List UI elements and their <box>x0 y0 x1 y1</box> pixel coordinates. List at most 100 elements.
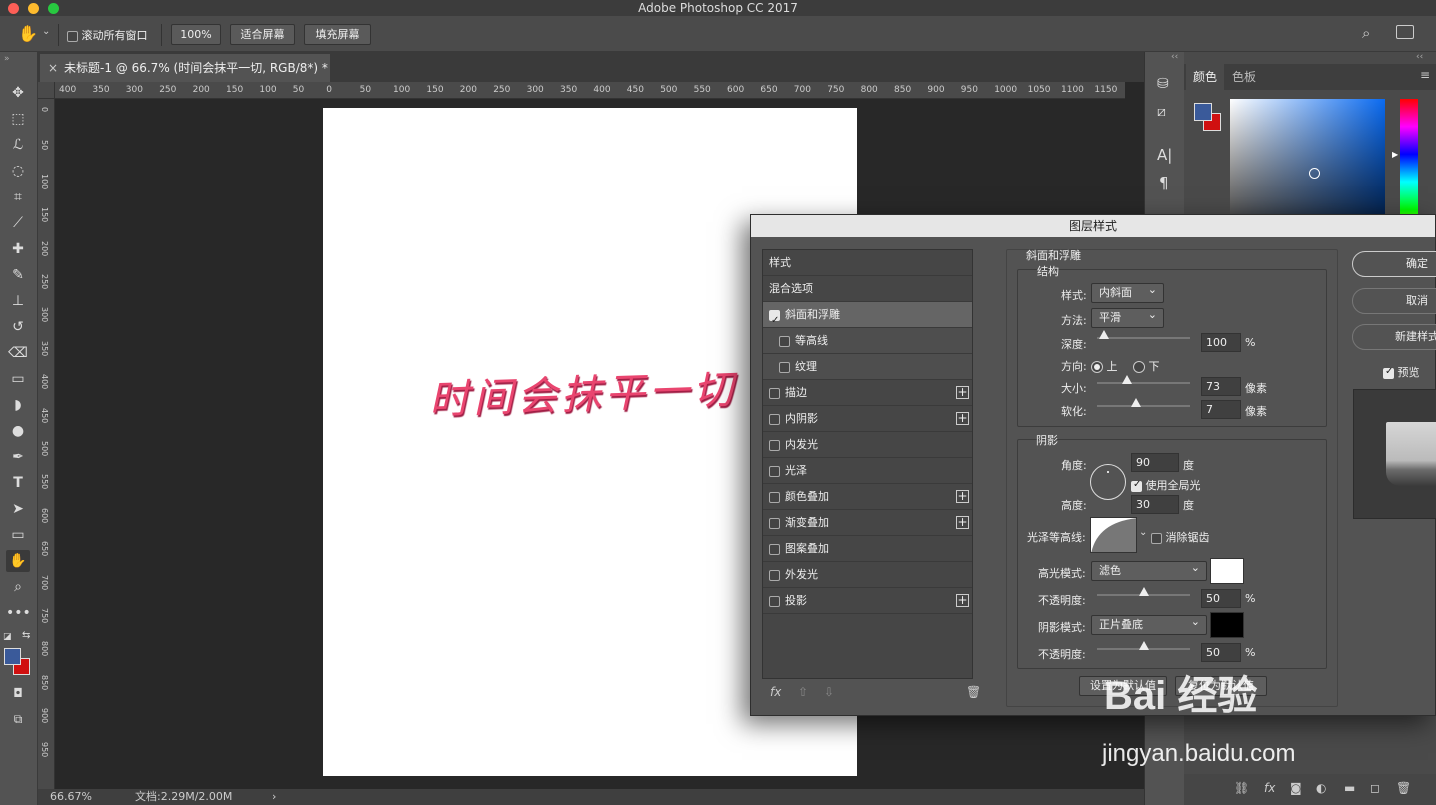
depth-input[interactable]: 100 <box>1201 333 1241 352</box>
close-tab-icon[interactable]: × <box>48 54 58 82</box>
direction-up-radio-icon[interactable] <box>1091 361 1103 373</box>
scroll-all-windows-check-icon[interactable] <box>67 30 78 42</box>
layer-fx-icon[interactable]: fx <box>1264 781 1275 795</box>
zoom-tool-icon[interactable]: ⌕ <box>6 576 30 598</box>
add-effect-instance-icon[interactable]: + <box>956 490 969 503</box>
move-up-icon[interactable]: ⇧ <box>798 685 808 699</box>
panel-fg-swatch[interactable] <box>1194 103 1212 121</box>
screen-mode-icon[interactable]: ⧉ <box>6 708 30 730</box>
status-menu-arrow-icon[interactable]: › <box>272 789 276 805</box>
highlight-mode-select[interactable]: 滤色 <box>1091 559 1207 581</box>
scroll-all-windows-checkbox[interactable]: 滚动所有窗口 <box>67 27 148 43</box>
group-layers-icon[interactable]: ▬ <box>1344 781 1355 795</box>
highlight-opacity-slider[interactable] <box>1097 587 1190 596</box>
gloss-contour-preview[interactable] <box>1090 517 1137 553</box>
swap-colors-icon[interactable]: ⇆ <box>22 630 30 641</box>
rectangle-tool-icon[interactable]: ▭ <box>6 524 30 546</box>
gradient-tool-icon[interactable]: ▭ <box>6 368 30 390</box>
style-item-checkbox-icon[interactable] <box>769 413 780 425</box>
type-tool-icon[interactable]: T <box>6 472 30 494</box>
style-item[interactable]: 斜面和浮雕 <box>763 302 972 333</box>
style-item-checkbox-icon[interactable] <box>769 308 780 333</box>
highlight-opacity-input[interactable]: 50 <box>1201 589 1241 608</box>
style-item[interactable]: 光泽 <box>763 458 972 484</box>
default-colors-icon[interactable]: ◪ <box>3 632 12 642</box>
style-item-checkbox-icon[interactable] <box>769 439 780 451</box>
soften-input[interactable]: 7 <box>1201 400 1241 419</box>
dodge-tool-icon[interactable]: ● <box>6 420 30 442</box>
ruler-origin[interactable] <box>38 82 55 99</box>
style-item-checkbox-icon[interactable] <box>769 491 780 503</box>
styles-header[interactable]: 样式 <box>763 250 972 276</box>
workspace-icon[interactable] <box>1396 25 1414 39</box>
style-item-checkbox-icon[interactable] <box>779 361 790 373</box>
use-global-light-checkbox[interactable]: 使用全局光 <box>1131 477 1201 493</box>
hand-tool-active-icon[interactable]: ✋ <box>6 550 30 572</box>
anti-aliased-check-icon[interactable] <box>1151 532 1162 544</box>
clone-stamp-tool-icon[interactable]: ⊥ <box>6 290 30 312</box>
new-layer-icon[interactable]: ◻ <box>1370 781 1380 795</box>
gloss-contour-chevron-icon[interactable]: ⌄ <box>1139 527 1147 538</box>
angle-dial[interactable] <box>1090 464 1126 500</box>
global-light-check-icon[interactable] <box>1131 479 1142 492</box>
add-effect-instance-icon[interactable]: + <box>956 594 969 607</box>
search-icon[interactable]: ⌕ <box>1362 24 1370 42</box>
brush-tool-icon[interactable]: ✎ <box>6 264 30 286</box>
healing-brush-tool-icon[interactable]: ✚ <box>6 238 30 260</box>
style-item[interactable]: 纹理 <box>763 354 972 380</box>
angle-input[interactable]: 90 <box>1131 453 1179 472</box>
technique-select[interactable]: 平滑 <box>1091 306 1164 328</box>
collapse-panel-icon[interactable]: ‹‹ <box>1416 52 1423 62</box>
direction-up-radio[interactable]: 上 <box>1091 358 1118 374</box>
zoom-100-button[interactable]: 100% <box>171 24 221 45</box>
size-slider[interactable] <box>1097 375 1190 384</box>
add-effect-instance-icon[interactable]: + <box>956 412 969 425</box>
style-item[interactable]: 投影 + <box>763 588 972 614</box>
collapse-strip-icon[interactable]: ‹‹ <box>1171 52 1178 62</box>
history-panel-icon[interactable]: ⛁ <box>1157 76 1169 92</box>
add-effect-instance-icon[interactable]: + <box>956 516 969 529</box>
style-item-checkbox-icon[interactable] <box>769 387 780 399</box>
style-item[interactable]: 等高线 <box>763 328 972 354</box>
tool-preset-chevron-icon[interactable]: ⌄ <box>42 26 50 37</box>
character-panel-icon[interactable]: A| <box>1157 146 1172 164</box>
color-picker-ring[interactable] <box>1309 168 1320 179</box>
style-item-checkbox-icon[interactable] <box>779 335 790 347</box>
shadow-color-swatch[interactable] <box>1210 612 1244 638</box>
shadow-opacity-slider[interactable] <box>1097 641 1190 650</box>
shadow-mode-select[interactable]: 正片叠底 <box>1091 613 1207 635</box>
history-brush-tool-icon[interactable]: ↺ <box>6 316 30 338</box>
style-item[interactable]: 内发光 <box>763 432 972 458</box>
hue-slider-pointer[interactable]: ▶ <box>1392 150 1398 159</box>
properties-panel-icon[interactable]: ⧄ <box>1157 104 1166 120</box>
fit-screen-button[interactable]: 适合屏幕 <box>230 24 295 45</box>
preview-check-icon[interactable] <box>1383 366 1394 379</box>
hand-tool-icon[interactable]: ✋ <box>18 24 38 43</box>
direction-down-radio-icon[interactable] <box>1133 361 1145 373</box>
foreground-color-swatch[interactable] <box>4 648 21 665</box>
shadow-opacity-input[interactable]: 50 <box>1201 643 1241 662</box>
highlight-color-swatch[interactable] <box>1210 558 1244 584</box>
style-item-checkbox-icon[interactable] <box>769 595 780 607</box>
status-zoom[interactable]: 66.67% <box>50 789 92 805</box>
size-slider-thumb[interactable] <box>1121 375 1132 384</box>
style-item[interactable]: 外发光 <box>763 562 972 588</box>
style-item[interactable]: 颜色叠加 + <box>763 484 972 510</box>
eraser-tool-icon[interactable]: ⌫ <box>6 342 30 364</box>
tab-swatches[interactable]: 色板 <box>1224 64 1264 90</box>
size-input[interactable]: 73 <box>1201 377 1241 396</box>
maximize-window-icon[interactable] <box>48 3 59 14</box>
style-item[interactable]: 渐变叠加 + <box>763 510 972 536</box>
bevel-style-select[interactable]: 内斜面 <box>1091 281 1164 303</box>
collapse-toolbar-icon[interactable]: » <box>4 54 10 64</box>
pen-tool-icon[interactable]: ✒ <box>6 446 30 468</box>
link-layers-icon[interactable]: ⛓ <box>1234 781 1249 795</box>
fill-screen-button[interactable]: 填充屏幕 <box>304 24 371 45</box>
paragraph-panel-icon[interactable]: ¶ <box>1159 174 1169 192</box>
fx-menu-icon[interactable]: fx <box>770 685 781 699</box>
more-tools-icon[interactable]: ••• <box>6 602 31 624</box>
document-tab[interactable]: × 未标题-1 @ 66.7% (时间会抹平一切, RGB/8*) * <box>40 54 330 82</box>
panel-menu-icon[interactable]: ≡ <box>1420 68 1430 82</box>
marquee-tool-icon[interactable]: ⬚ <box>6 108 30 130</box>
ok-button[interactable]: 确定 <box>1352 251 1436 277</box>
